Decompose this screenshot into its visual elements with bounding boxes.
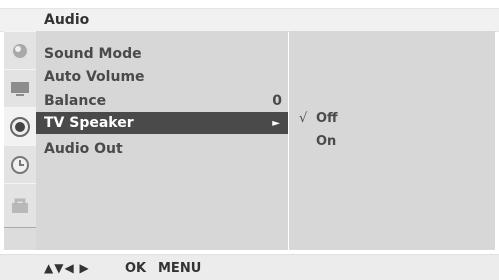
menu-item-label: Auto Volume [44, 69, 145, 85]
page-title: Audio [44, 12, 90, 28]
menu-panel: Sound Mode Auto Volume Balance 0 TV Spea… [36, 31, 288, 250]
menu-item-auto-volume[interactable]: Auto Volume [36, 66, 288, 88]
menu-hint: MENU [158, 261, 202, 276]
title-bar: Audio [0, 8, 499, 32]
tv-icon [11, 82, 29, 96]
submenu-arrow-icon: ► [272, 118, 280, 129]
option-label: On [316, 134, 337, 149]
clock-icon [11, 156, 29, 174]
footer-hint-bar: ▲▼◀ ▶ OK MENU [0, 254, 499, 280]
menu-item-label: Audio Out [44, 141, 123, 157]
tab-picture[interactable] [4, 31, 36, 71]
speaker-icon [10, 117, 30, 137]
menu-item-audio-out[interactable]: Audio Out [36, 138, 288, 160]
tab-audio[interactable] [4, 107, 36, 147]
nav-arrows-icon: ▲▼◀ ▶ [44, 261, 90, 275]
menu-item-balance[interactable]: Balance 0 [36, 90, 288, 112]
ok-hint: OK [125, 261, 147, 276]
tab-lock[interactable] [4, 183, 36, 228]
balance-value: 0 [272, 93, 282, 109]
menu-item-tv-speaker[interactable]: TV Speaker ► [36, 112, 288, 134]
submenu-panel: √ Off On [289, 31, 495, 250]
picture-icon [13, 44, 27, 58]
menu-item-sound-mode[interactable]: Sound Mode [36, 43, 288, 65]
menu-item-label: TV Speaker [44, 115, 134, 131]
lock-icon [12, 198, 28, 213]
category-icon-column [4, 31, 37, 250]
menu-item-label: Sound Mode [44, 46, 142, 62]
menu-item-label: Balance [44, 93, 107, 109]
tab-time[interactable] [4, 145, 36, 185]
check-icon: √ [299, 111, 308, 126]
option-label: Off [316, 111, 338, 126]
tab-screen[interactable] [4, 69, 36, 109]
